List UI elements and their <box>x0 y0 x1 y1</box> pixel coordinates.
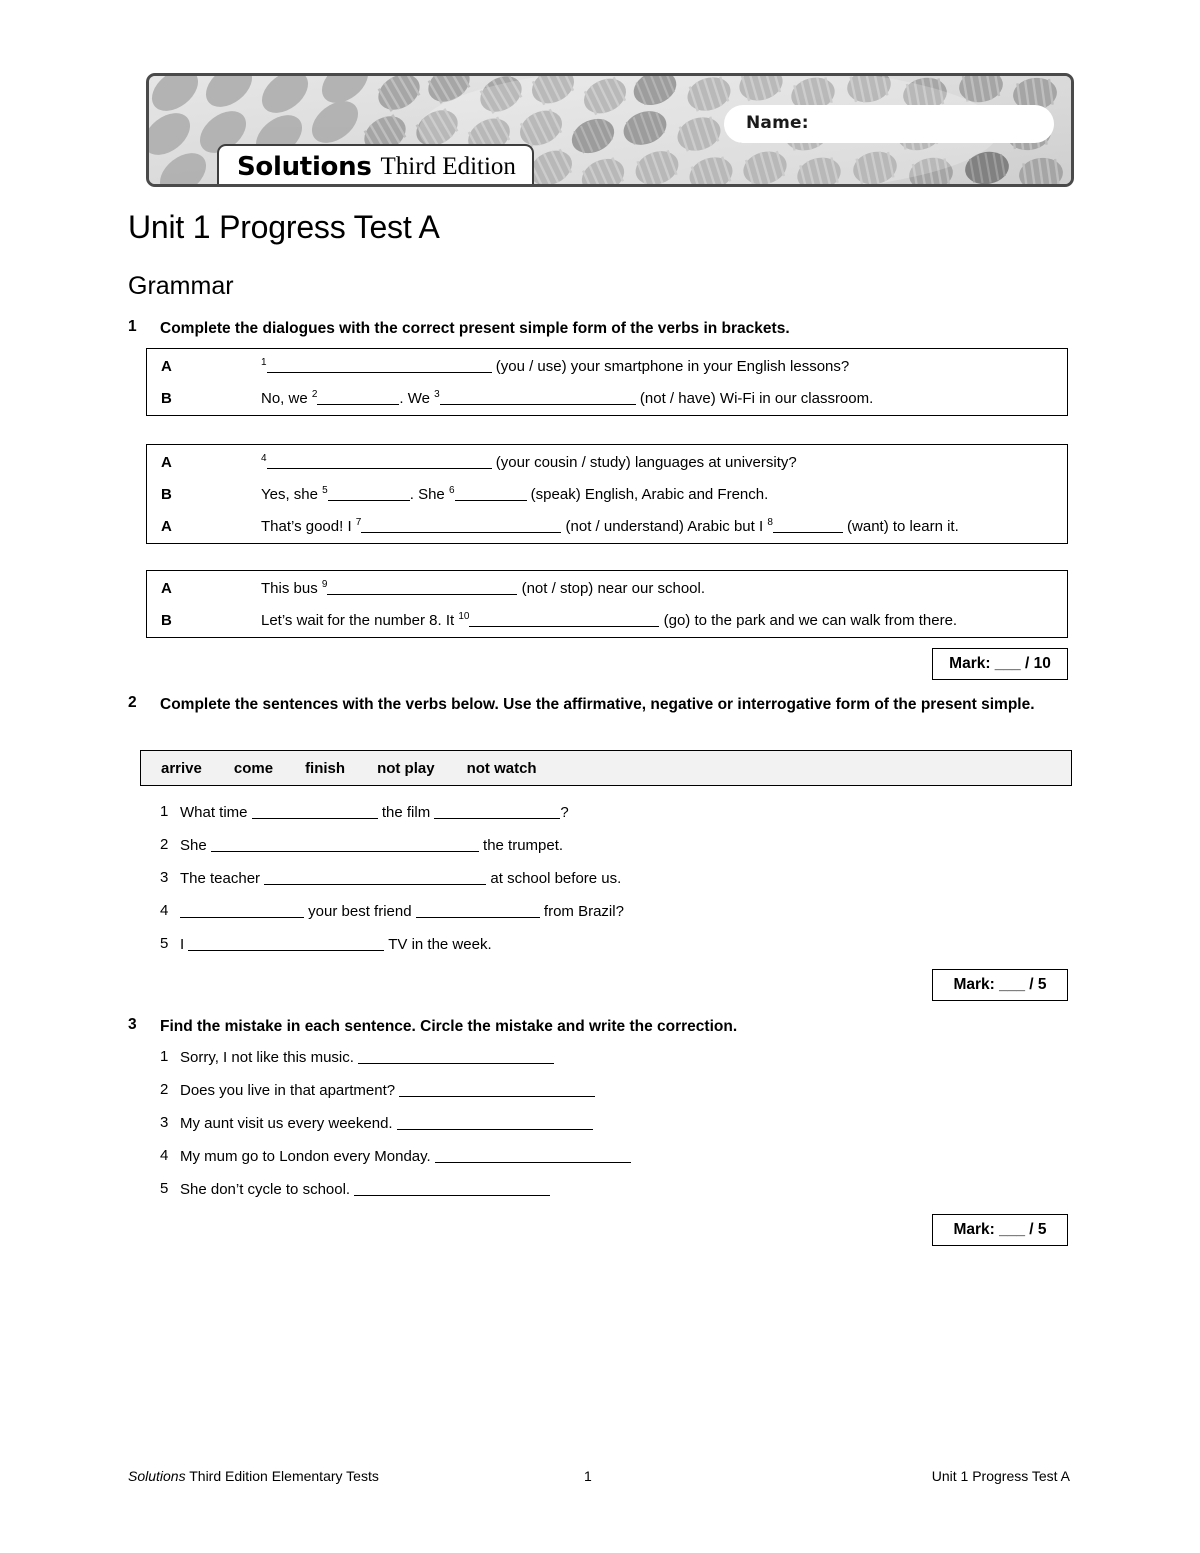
exercise-3-instruction: Find the mistake in each sentence. Circl… <box>160 1018 738 1035</box>
exercise-2-item-number: 5 <box>160 935 169 952</box>
footer-right: Unit 1 Progress Test A <box>931 1468 1070 1484</box>
section-heading: Grammar <box>128 272 234 300</box>
dialogue-box-1: A 1 (you / use) your smartphone in your … <box>146 348 1068 416</box>
dialogue-text: 1 (you / use) your smartphone in your En… <box>261 357 850 376</box>
exercise-1-instruction: Complete the dialogues with the correct … <box>160 320 790 337</box>
exercise-3-item: My aunt visit us every weekend. <box>180 1114 593 1132</box>
speaker-label: A <box>161 454 172 471</box>
word-bank-item: arrive <box>161 759 202 777</box>
name-field[interactable]: Name: <box>724 105 1054 143</box>
exercise-3-item-number: 1 <box>160 1048 169 1065</box>
word-bank-item: finish <box>305 759 346 777</box>
dialogue-text: 4 (your cousin / study) languages at uni… <box>261 453 797 472</box>
exercise-3-number: 3 <box>128 1016 137 1033</box>
exercise-2-number: 2 <box>128 694 137 711</box>
page-title: Unit 1 Progress Test A <box>128 209 440 245</box>
test-page: Name: Solutions Third Edition Unit 1 Pro… <box>0 0 1200 1553</box>
dialogue-row: A 4 (your cousin / study) languages at u… <box>147 447 1067 479</box>
logo-secondary-text: Third Edition <box>380 153 516 180</box>
dialogue-box-2: A 4 (your cousin / study) languages at u… <box>146 444 1068 544</box>
exercise-2-item: What time the film ? <box>180 804 569 821</box>
exercise-3-item-number: 3 <box>160 1114 169 1131</box>
dialogue-text: Let’s wait for the number 8. It 10 (go) … <box>261 611 958 630</box>
speaker-label: B <box>161 390 172 407</box>
speaker-label: A <box>161 358 172 375</box>
word-bank-item: come <box>233 759 274 777</box>
exercise-2-item: The teacher at school before us. <box>180 870 622 887</box>
exercise-2-item: She the trumpet. <box>180 837 564 854</box>
dialogue-row: B Yes, she 5. She 6 (speak) English, Ara… <box>147 479 1067 511</box>
exercise-2-instruction: Complete the sentences with the verbs be… <box>160 696 1035 713</box>
dialogue-row: A 1 (you / use) your smartphone in your … <box>147 351 1067 383</box>
exercise-3-item-number: 2 <box>160 1081 169 1098</box>
footer-series-name: Solutions <box>128 1468 186 1484</box>
exercise-2-item-number: 3 <box>160 869 169 886</box>
logo-primary-text: Solutions <box>237 152 372 182</box>
dialogue-box-3: A This bus 9 (not / stop) near our schoo… <box>146 570 1068 638</box>
word-bank: arrive come finish not play not watch <box>140 750 1072 786</box>
dialogue-row: A That’s good! I 7 (not / understand) Ar… <box>147 511 1067 543</box>
dialogue-text: Yes, she 5. She 6 (speak) English, Arabi… <box>261 485 769 504</box>
exercise-2-item-number: 2 <box>160 836 169 853</box>
dialogue-row: B No, we 2. We 3 (not / have) Wi-Fi in o… <box>147 383 1067 415</box>
exercise-3-item-number: 5 <box>160 1180 169 1197</box>
dialogue-text: This bus 9 (not / stop) near our school. <box>261 579 706 598</box>
exercise-3-item: She don’t cycle to school. <box>180 1180 551 1198</box>
footer-series-rest: Third Edition Elementary Tests <box>185 1468 379 1484</box>
header-banner: Name: Solutions Third Edition <box>146 73 1074 187</box>
solutions-logo: Solutions Third Edition <box>217 144 534 184</box>
word-bank-item: not watch <box>466 759 537 777</box>
exercise-2-item: I TV in the week. <box>180 936 492 953</box>
exercise-2-item: your best friend from Brazil? <box>180 902 624 920</box>
dialogue-text: No, we 2. We 3 (not / have) Wi-Fi in our… <box>261 389 874 408</box>
mark-box-exercise-3: Mark: ___ / 5 <box>932 1214 1068 1246</box>
name-label: Name: <box>746 113 809 133</box>
exercise-3-item: Does you live in that apartment? <box>180 1081 596 1099</box>
word-bank-item: not play <box>377 759 435 777</box>
dialogue-text: That’s good! I 7 (not / understand) Arab… <box>261 517 959 536</box>
speaker-label: B <box>161 486 172 503</box>
dialogue-row: B Let’s wait for the number 8. It 10 (go… <box>147 605 1067 637</box>
exercise-1-number: 1 <box>128 318 137 335</box>
mark-box-exercise-1: Mark: ___ / 10 <box>932 648 1068 680</box>
exercise-2-item-number: 4 <box>160 902 169 919</box>
exercise-3-item: Sorry, I not like this music. <box>180 1048 555 1066</box>
speaker-label: B <box>161 612 172 629</box>
exercise-3-item: My mum go to London every Monday. <box>180 1147 631 1165</box>
exercise-3-item-number: 4 <box>160 1147 169 1164</box>
mark-box-exercise-2: Mark: ___ / 5 <box>932 969 1068 1001</box>
speaker-label: A <box>161 518 172 535</box>
footer-page-number: 1 <box>584 1468 592 1484</box>
footer-left: Solutions Third Edition Elementary Tests <box>128 1468 379 1484</box>
speaker-label: A <box>161 580 172 597</box>
dialogue-row: A This bus 9 (not / stop) near our schoo… <box>147 573 1067 605</box>
exercise-2-item-number: 1 <box>160 803 169 820</box>
